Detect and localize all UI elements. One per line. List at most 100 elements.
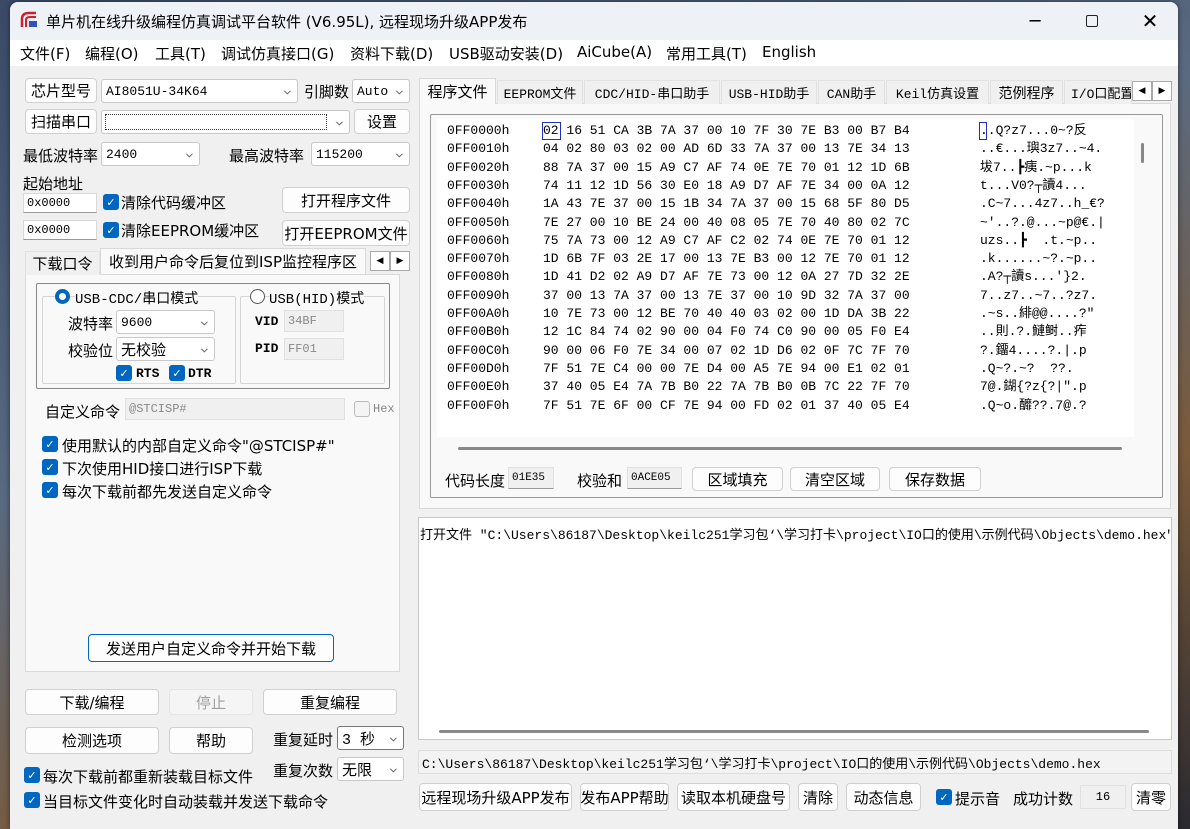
- tab-reset-to-isp[interactable]: 收到用户命令后复位到ISP监控程序区: [100, 248, 366, 274]
- tab-examples[interactable]: 范例程序: [990, 80, 1063, 104]
- stop-button[interactable]: 停止: [169, 689, 253, 715]
- reload-target-checkbox[interactable]: ✓: [24, 767, 40, 783]
- tab-io-config[interactable]: I/O口配置: [1064, 80, 1132, 104]
- menu-downloads[interactable]: 资料下载(D): [350, 43, 433, 64]
- menu-common-tools[interactable]: 常用工具(T): [666, 43, 747, 64]
- menu-english[interactable]: English: [762, 43, 816, 61]
- hex-horizontal-scrollbar[interactable]: [437, 441, 1150, 455]
- use-default-command-checkbox[interactable]: ✓: [42, 436, 58, 452]
- eeprom-start-address-input[interactable]: 0x0000: [23, 220, 97, 240]
- hex-checkbox[interactable]: [354, 401, 370, 417]
- file-path-value: C:\Users\86187\Desktop\keilc251学习包‘\学习打卡…: [422, 756, 1101, 772]
- clear-code-buffer-label: 清除代码缓冲区: [121, 194, 227, 212]
- hex-ascii: .A?┬讀s...'}2.: [980, 269, 1087, 285]
- chevron-down-icon: ⌄: [388, 763, 399, 775]
- menu-usb-driver[interactable]: USB驱动安装(D): [449, 43, 563, 64]
- read-disk-id-button[interactable]: 读取本机硬盘号: [677, 783, 790, 811]
- close-button[interactable]: ✕: [1130, 6, 1170, 36]
- tab-can[interactable]: CAN助手: [818, 80, 885, 104]
- dtr-checkbox[interactable]: ✓: [169, 365, 185, 381]
- send-command-before-checkbox[interactable]: ✓: [42, 482, 58, 498]
- detect-options-button[interactable]: 检测选项: [25, 727, 159, 754]
- maximize-button[interactable]: [1072, 6, 1112, 36]
- repeat-delay-select[interactable]: 3 秒 ⌄: [337, 726, 404, 750]
- right-tab-scroll-left[interactable]: ◀: [1132, 81, 1152, 101]
- scan-port-button[interactable]: 扫描串口: [25, 109, 97, 134]
- right-tab-scroll-right[interactable]: ▶: [1152, 81, 1172, 101]
- port-select[interactable]: ⌄: [101, 110, 350, 134]
- use-hid-next-checkbox[interactable]: ✓: [42, 459, 58, 475]
- menu-tools[interactable]: 工具(T): [155, 43, 206, 64]
- log-horizontal-scrollbar[interactable]: [439, 730, 1149, 733]
- repeat-count-select[interactable]: 无限 ⌄: [337, 757, 404, 781]
- vid-input[interactable]: 34BF: [284, 310, 344, 332]
- tab-program-file[interactable]: 程序文件: [419, 78, 496, 104]
- chevron-down-icon: ⌄: [394, 85, 405, 97]
- tab-keil-sim[interactable]: Keil仿真设置: [886, 80, 989, 104]
- open-eeprom-file-button[interactable]: 打开EEPROM文件: [282, 220, 410, 246]
- dynamic-info-button[interactable]: 动态信息: [846, 783, 921, 811]
- file-path-field[interactable]: C:\Users\86187\Desktop\keilc251学习包‘\学习打卡…: [418, 750, 1172, 774]
- hex-address: 0FF00D0h: [447, 360, 510, 376]
- min-baud-select[interactable]: 2400 ⌄: [101, 142, 200, 166]
- cdc-mode-radio[interactable]: [55, 289, 70, 304]
- clear-log-button[interactable]: 清除: [798, 783, 838, 811]
- repeat-program-button[interactable]: 重复编程: [263, 689, 397, 715]
- send-command-download-button[interactable]: 发送用户自定义命令并开始下载: [88, 634, 334, 662]
- clear-area-button[interactable]: 清空区域: [790, 467, 880, 491]
- custom-command-input[interactable]: @STCISP#: [125, 398, 345, 420]
- hex-bytes: 7F 51 7E C4 00 00 7E D4 00 A5 7E 94 00 E…: [543, 360, 910, 376]
- chip-type-select[interactable]: AI8051U-34K64 ⌄: [101, 79, 298, 103]
- settings-button[interactable]: 设置: [354, 109, 410, 134]
- publish-help-button[interactable]: 发布APP帮助: [580, 783, 669, 811]
- left-tab-scroll-left[interactable]: ◀: [370, 251, 390, 271]
- auto-load-label: 当目标文件变化时自动装载并发送下载命令: [43, 793, 329, 811]
- help-button[interactable]: 帮助: [169, 727, 253, 754]
- clear-eeprom-buffer-checkbox[interactable]: ✓: [103, 222, 119, 238]
- auto-load-checkbox[interactable]: ✓: [24, 792, 40, 808]
- parity-value: 无校验: [121, 342, 167, 360]
- max-baud-select[interactable]: 115200 ⌄: [311, 142, 410, 166]
- left-tab-scroll-right[interactable]: ▶: [390, 251, 410, 271]
- hex-ascii: ?.鐂4....?.|.p: [980, 342, 1087, 358]
- chip-type-button[interactable]: 芯片型号: [25, 78, 97, 103]
- pid-input[interactable]: FF01: [284, 338, 344, 360]
- save-data-button[interactable]: 保存数据: [889, 467, 981, 491]
- hex-address: 0FF00E0h: [447, 379, 510, 395]
- hex-ascii: 坺7..┣痍.~p...k: [980, 159, 1092, 175]
- fill-area-button[interactable]: 区域填充: [692, 467, 783, 491]
- reset-count-button[interactable]: 清零: [1131, 783, 1171, 811]
- tab-eeprom-file[interactable]: EEPROM文件: [497, 80, 583, 104]
- pid-label: PID: [255, 341, 279, 356]
- baud-select[interactable]: 9600 ⌄: [116, 310, 215, 334]
- download-program-button[interactable]: 下载/编程: [25, 689, 159, 715]
- parity-select[interactable]: 无校验 ⌄: [116, 337, 215, 361]
- tab-usb-hid[interactable]: USB-HID助手: [721, 80, 817, 104]
- menu-file[interactable]: 文件(F): [20, 43, 70, 64]
- beep-checkbox[interactable]: ✓: [936, 789, 952, 805]
- clear-code-buffer-checkbox[interactable]: ✓: [103, 194, 119, 210]
- menu-aicube[interactable]: AiCube(A): [577, 43, 652, 61]
- hex-vertical-scrollbar[interactable]: [1136, 119, 1150, 437]
- hex-bytes: 7E 27 00 10 BE 24 00 40 08 05 7E 70 40 8…: [543, 214, 910, 230]
- pins-select[interactable]: Auto ⌄: [352, 79, 410, 103]
- menu-debug[interactable]: 调试仿真接口(G): [221, 43, 334, 64]
- hex-ascii: ..Q?z7...0~?反: [980, 123, 1087, 138]
- tab-download-password[interactable]: 下载口令: [25, 251, 100, 275]
- hex-ascii: ~'..?.@...~p@€.|: [980, 214, 1105, 230]
- code-start-address-input[interactable]: 0x0000: [23, 193, 97, 213]
- checksum-value: 0ACE05: [627, 467, 682, 489]
- minimize-button[interactable]: ─: [1015, 6, 1055, 36]
- open-program-file-button[interactable]: 打开程序文件: [282, 187, 410, 213]
- hex-bytes: 88 7A 37 00 15 A9 C7 AF 74 0E 7E 70 01 1…: [543, 159, 910, 175]
- tab-cdc-hid-serial[interactable]: CDC/HID-串口助手: [584, 80, 720, 104]
- hid-mode-radio[interactable]: [250, 289, 265, 304]
- rts-checkbox[interactable]: ✓: [116, 365, 132, 381]
- port-value: [105, 114, 327, 130]
- chevron-down-icon: ⌄: [388, 732, 399, 744]
- hex-label: Hex: [373, 402, 395, 416]
- log-output[interactable]: 打开文件 "C:\Users\86187\Desktop\keilc251学习包…: [418, 517, 1172, 740]
- rts-label: RTS: [136, 366, 160, 381]
- publish-app-button[interactable]: 远程现场升级APP发布: [419, 783, 572, 811]
- menu-program[interactable]: 编程(O): [85, 43, 139, 64]
